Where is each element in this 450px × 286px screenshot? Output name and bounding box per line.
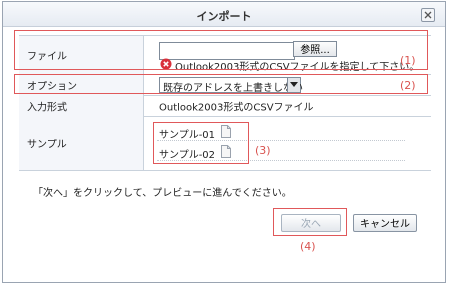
format-value-cell: Outlook2003形式のCSVファイル xyxy=(159,95,431,116)
dialog-titlebar: インポート xyxy=(3,2,445,27)
format-value: Outlook2003形式のCSVファイル xyxy=(159,102,314,113)
callout-label-2: (2) xyxy=(400,79,416,92)
close-icon xyxy=(424,11,432,19)
format-row: 入力形式 Outlook2003形式のCSVファイル xyxy=(19,95,431,117)
format-label-cell: 入力形式 xyxy=(19,95,144,116)
callout-box-1 xyxy=(14,30,428,70)
callout-box-4 xyxy=(273,208,347,236)
cancel-button[interactable]: キャンセル xyxy=(353,214,417,232)
format-label: 入力形式 xyxy=(27,102,67,113)
callout-label-3: (3) xyxy=(255,144,271,157)
sample-label-cell: サンプル xyxy=(19,116,144,170)
sample-label: サンプル xyxy=(27,139,67,151)
callout-label-1: (1) xyxy=(400,54,416,67)
callout-label-4: (4) xyxy=(300,240,316,253)
dialog-title: インポート xyxy=(196,10,252,23)
callout-box-3 xyxy=(153,122,249,164)
instruction-text: 「次へ」をクリックして、プレビューに進んでください。 xyxy=(33,188,292,199)
callout-box-2 xyxy=(14,74,428,94)
close-button[interactable] xyxy=(421,8,435,22)
